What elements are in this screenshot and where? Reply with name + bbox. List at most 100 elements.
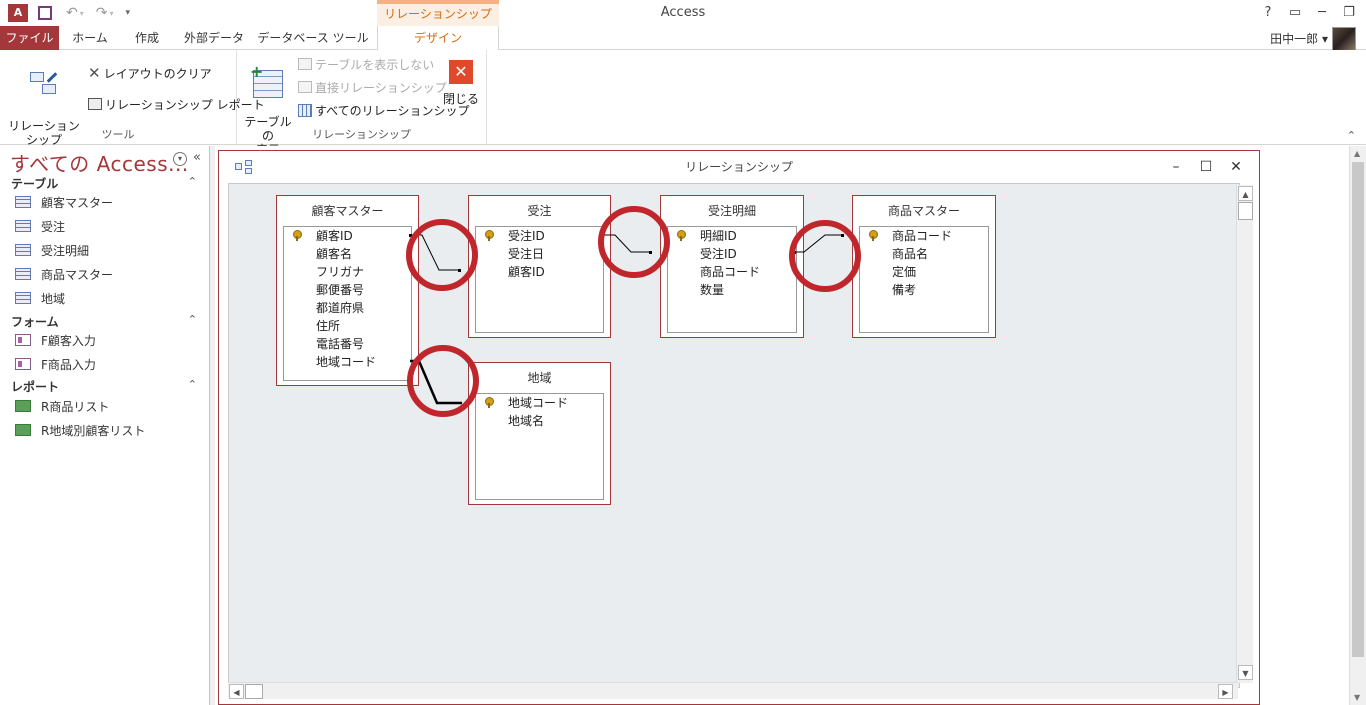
form-icon — [15, 358, 31, 370]
tab-external-data[interactable]: 外部データ — [178, 26, 250, 50]
tab-design[interactable]: デザイン — [377, 26, 499, 51]
field-name: 商品コード — [892, 229, 953, 243]
clear-layout-label: レイアウトのクリア — [103, 66, 212, 81]
nav-item-table[interactable]: 受注明細 — [15, 240, 89, 260]
field-row-key[interactable]: 明細ID — [668, 227, 796, 245]
nav-item-form[interactable]: F顧客入力 — [15, 330, 96, 350]
field-row-key[interactable]: 地域コード — [476, 394, 603, 412]
window-minimize-icon[interactable]: – — [1166, 157, 1186, 177]
scroll-left-icon[interactable]: ◀ — [229, 684, 244, 699]
scroll-up-icon[interactable]: ▲ — [1354, 149, 1360, 158]
direct-relationships-button[interactable]: 直接リレーションシップ — [298, 77, 447, 97]
relationships-canvas[interactable]: 顧客マスター 顧客ID 顧客名 フリガナ 郵便番号 都道府県 住所 電話番号 地… — [228, 183, 1240, 688]
field-row[interactable]: 顧客名 — [316, 245, 352, 263]
tab-file[interactable]: ファイル — [0, 26, 59, 50]
scroll-right-icon[interactable]: ▶ — [1218, 684, 1233, 699]
access-app-icon[interactable]: A — [8, 4, 28, 22]
nav-item-table[interactable]: 顧客マスター — [15, 192, 113, 212]
customize-qat-icon[interactable]: ▾ — [126, 8, 131, 18]
field-row[interactable]: 商品コード — [700, 263, 760, 281]
clear-layout-button[interactable]: ✕ レイアウトのクリア — [88, 63, 212, 83]
nav-group-tables[interactable]: テーブル ⌃ — [11, 175, 201, 192]
table-box-title[interactable]: 地域 — [469, 363, 610, 393]
field-row[interactable]: 地域名 — [508, 412, 544, 430]
scroll-thumb[interactable] — [245, 684, 263, 699]
nav-group-forms[interactable]: フォーム ⌃ — [11, 313, 201, 330]
canvas-horizontal-scrollbar[interactable]: ◀ ▶ — [228, 682, 1238, 699]
nav-item-table[interactable]: 商品マスター — [15, 264, 113, 284]
field-row[interactable]: フリガナ — [316, 263, 364, 281]
field-row[interactable]: 数量 — [700, 281, 724, 299]
field-row-key[interactable]: 商品コード — [860, 227, 988, 245]
scroll-thumb[interactable] — [1352, 162, 1364, 657]
field-row[interactable]: 定価 — [892, 263, 916, 281]
field-row[interactable]: 受注日 — [508, 245, 544, 263]
table-box-order-details[interactable]: 受注明細 明細ID 受注ID 商品コード 数量 — [660, 195, 804, 338]
nav-item-form[interactable]: F商品入力 — [15, 354, 96, 374]
show-table-icon: + — [250, 64, 283, 98]
table-box-region[interactable]: 地域 地域コード 地域名 — [468, 362, 611, 505]
nav-item-table[interactable]: 受注 — [15, 216, 65, 236]
help-button[interactable]: ? — [1254, 2, 1282, 24]
minimize-icon[interactable]: ─ — [1308, 2, 1336, 24]
scroll-down-icon[interactable]: ▼ — [1238, 665, 1253, 680]
scroll-down-icon[interactable]: ▼ — [1354, 693, 1360, 702]
relationships-group-label: リレーションシップ — [312, 128, 411, 141]
nav-item-label: 受注明細 — [41, 243, 90, 258]
scroll-thumb[interactable] — [1238, 202, 1253, 220]
table-box-title[interactable]: 商品マスター — [853, 196, 995, 226]
nav-item-report[interactable]: R商品リスト — [15, 396, 109, 416]
tab-database-tools[interactable]: データベース ツール — [256, 26, 370, 50]
field-row[interactable]: 地域コード — [316, 353, 376, 371]
tab-home[interactable]: ホーム — [64, 26, 116, 50]
table-icon — [15, 220, 31, 232]
ribbon-display-options-icon[interactable]: ▭ — [1281, 2, 1309, 24]
table-box-product-master[interactable]: 商品マスター 商品コード 商品名 定価 備考 — [852, 195, 996, 338]
join-endpoint — [841, 234, 844, 237]
nav-pane-title[interactable]: すべての Access... — [10, 148, 189, 177]
nav-menu-dropdown-icon[interactable]: ▾ — [173, 152, 187, 166]
nav-group-tables-label: テーブル — [11, 177, 59, 191]
field-row[interactable]: 住所 — [316, 317, 340, 335]
undo-icon[interactable]: ↶ — [66, 5, 78, 21]
nav-item-table[interactable]: 地域 — [15, 288, 65, 308]
save-icon[interactable] — [38, 6, 52, 20]
relationships-doc-icon[interactable] — [235, 160, 253, 174]
table-box-title[interactable]: 顧客マスター — [277, 196, 418, 226]
window-maximize-icon[interactable]: ☐ — [1196, 157, 1216, 177]
field-row-key[interactable]: 受注ID — [476, 227, 603, 245]
table-box-title[interactable]: 受注 — [469, 196, 610, 226]
field-row[interactable]: 都道府県 — [316, 299, 364, 317]
tab-create[interactable]: 作成 — [122, 26, 172, 50]
field-row[interactable]: 郵便番号 — [316, 281, 364, 299]
close-relationships-button[interactable]: ✕ 閉じる — [443, 60, 479, 106]
undo-dropdown-icon[interactable]: ▾ — [80, 9, 84, 18]
nav-item-report[interactable]: R地域別顧客リスト — [15, 420, 145, 440]
field-row[interactable]: 顧客ID — [508, 263, 545, 281]
field-row[interactable]: 備考 — [892, 281, 916, 299]
hide-table-button[interactable]: テーブルを表示しない — [298, 54, 434, 74]
canvas-vertical-scrollbar[interactable]: ▲ ▼ — [1236, 185, 1253, 683]
field-row[interactable]: 商品名 — [892, 245, 928, 263]
redo-dropdown-icon[interactable]: ▾ — [109, 9, 113, 18]
collapse-ribbon-icon[interactable]: ⌃ — [1347, 129, 1356, 142]
table-box-orders[interactable]: 受注 受注ID 受注日 顧客ID — [468, 195, 611, 338]
scroll-up-icon[interactable]: ▲ — [1238, 186, 1253, 201]
report-icon — [15, 424, 31, 436]
table-box-title[interactable]: 受注明細 — [661, 196, 803, 226]
field-list: 地域コード 地域名 — [475, 393, 604, 500]
field-row-key[interactable]: 顧客ID — [284, 227, 411, 245]
redo-icon[interactable]: ↷ — [96, 5, 108, 21]
user-account[interactable]: 田中一郎 ▾ — [1270, 30, 1328, 47]
window-close-icon[interactable]: ✕ — [1226, 157, 1246, 177]
nav-group-reports[interactable]: レポート ⌃ — [11, 378, 201, 395]
field-row[interactable]: 受注ID — [700, 245, 737, 263]
field-name: 顧客ID — [316, 229, 353, 243]
workspace-vertical-scrollbar[interactable]: ▲ ▼ — [1349, 146, 1366, 705]
join-endpoint — [458, 269, 461, 272]
avatar[interactable] — [1332, 27, 1356, 51]
restore-icon[interactable]: ❐ — [1335, 2, 1363, 24]
field-row[interactable]: 電話番号 — [316, 335, 364, 353]
nav-collapse-icon[interactable]: « — [193, 150, 201, 165]
table-box-customer-master[interactable]: 顧客マスター 顧客ID 顧客名 フリガナ 郵便番号 都道府県 住所 電話番号 地… — [276, 195, 419, 386]
